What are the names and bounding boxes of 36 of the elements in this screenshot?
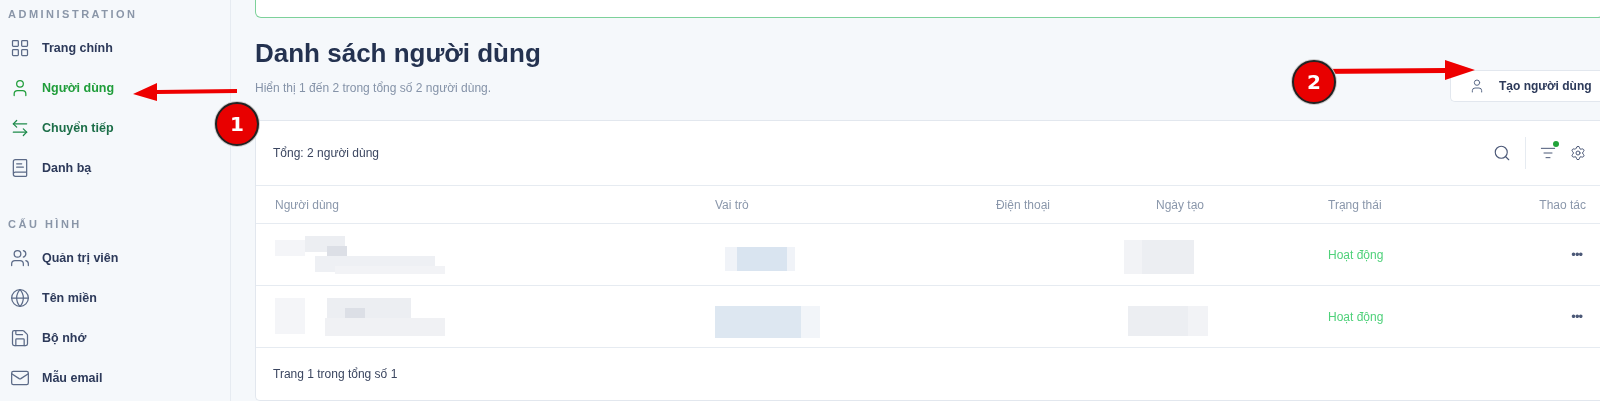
total-count: Tổng: 2 người dùng	[273, 146, 379, 160]
column-header: Trạng thái	[1328, 197, 1383, 212]
step-badge: 1	[215, 102, 259, 146]
status-text: Hoạt động	[1328, 309, 1385, 324]
page-subtitle: Hiển thị 1 đến 2 trong tổng số 2 người dùng.	[255, 81, 493, 95]
arrows-icon	[10, 118, 30, 138]
sidebar-item[interactable]: Bộ nhớ	[8, 318, 91, 358]
sidebar-item[interactable]: Chuyển tiếp	[8, 108, 118, 148]
search-icon[interactable]	[1493, 144, 1511, 162]
blurred-text-drawing	[725, 246, 795, 271]
status-text: Hoạt động	[1328, 247, 1385, 262]
globe-icon	[10, 288, 30, 308]
sidebar-item[interactable]: Mẫu email	[8, 358, 107, 398]
more-actions-button[interactable]: •••	[1567, 247, 1586, 262]
sidebar-item[interactable]: Quản trị viên	[8, 238, 123, 278]
settings-icon[interactable]	[1570, 145, 1586, 161]
create-user-button[interactable]: Tạo người dùng	[1450, 70, 1600, 102]
notebook-icon	[10, 158, 30, 178]
sidebar-item[interactable]: Tên miền	[8, 278, 101, 318]
column-header: Vai trò	[715, 197, 750, 212]
section-heading: CẤU HÌNH	[8, 218, 83, 232]
page-title: Danh sách người dùng	[255, 38, 541, 69]
users-icon	[10, 248, 30, 268]
section-heading: ADMINISTRATION	[8, 8, 139, 22]
column-header: Ngày tạo	[1155, 197, 1206, 212]
step-badge: 2	[1292, 60, 1336, 104]
column-header: Điện thoại	[994, 197, 1050, 212]
pagination-text: Trang 1 trong tổng số 1	[273, 367, 398, 381]
envelope-icon	[10, 368, 30, 388]
column-header: Thao tác	[1538, 197, 1586, 212]
user-icon	[1469, 78, 1485, 94]
column-header: Người dùng	[275, 197, 340, 212]
more-actions-button[interactable]: •••	[1567, 309, 1586, 324]
sidebar-item[interactable]: Danh bạ	[8, 148, 96, 188]
sidebar-item[interactable]: Trang chính	[8, 28, 117, 68]
grid-icon	[10, 38, 30, 58]
